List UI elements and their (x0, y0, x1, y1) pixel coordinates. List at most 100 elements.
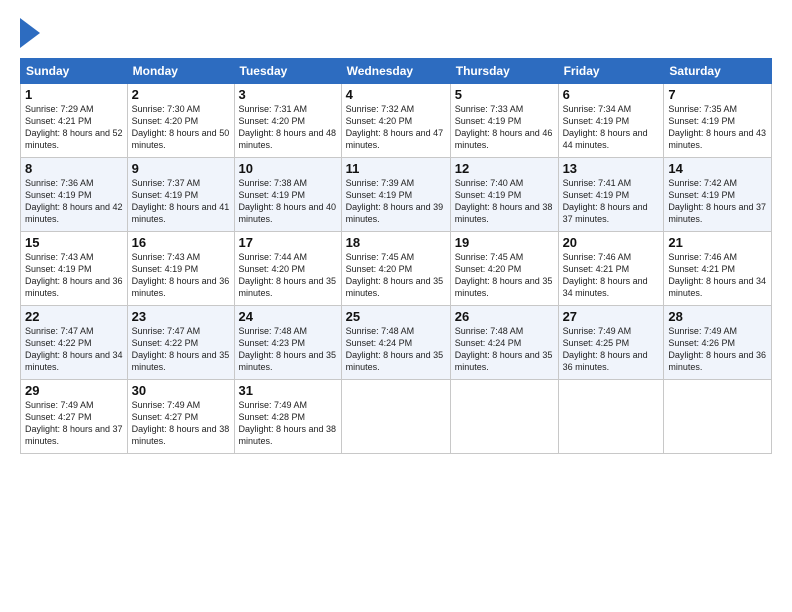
sunrise-label: Sunrise: 7:33 AM (455, 104, 524, 114)
day-number: 23 (132, 309, 230, 324)
calendar-cell: 4Sunrise: 7:32 AMSunset: 4:20 PMDaylight… (341, 84, 450, 158)
sunset-label: Sunset: 4:20 PM (239, 116, 306, 126)
daylight-label: Daylight: 8 hours and 38 minutes. (132, 424, 230, 446)
calendar-cell (558, 380, 664, 454)
sunset-label: Sunset: 4:19 PM (239, 190, 306, 200)
day-info: Sunrise: 7:48 AMSunset: 4:23 PMDaylight:… (239, 325, 337, 374)
sunrise-label: Sunrise: 7:49 AM (668, 326, 737, 336)
sunrise-label: Sunrise: 7:46 AM (563, 252, 632, 262)
day-number: 26 (455, 309, 554, 324)
sunrise-label: Sunrise: 7:40 AM (455, 178, 524, 188)
day-info: Sunrise: 7:46 AMSunset: 4:21 PMDaylight:… (668, 251, 767, 300)
sunrise-label: Sunrise: 7:49 AM (132, 400, 201, 410)
day-number: 2 (132, 87, 230, 102)
day-info: Sunrise: 7:43 AMSunset: 4:19 PMDaylight:… (25, 251, 123, 300)
sunset-label: Sunset: 4:19 PM (25, 264, 92, 274)
calendar-cell: 26Sunrise: 7:48 AMSunset: 4:24 PMDayligh… (450, 306, 558, 380)
daylight-label: Daylight: 8 hours and 37 minutes. (563, 202, 648, 224)
sunset-label: Sunset: 4:19 PM (455, 116, 522, 126)
day-number: 12 (455, 161, 554, 176)
day-info: Sunrise: 7:47 AM Sunset: 4:22 PM Daylight:… (25, 325, 123, 374)
day-info: Sunrise: 7:49 AMSunset: 4:26 PMDaylight:… (668, 325, 767, 374)
sunrise-label: Sunrise: 7:47 AM (25, 326, 94, 336)
sunrise-label: Sunrise: 7:39 AM (346, 178, 415, 188)
day-number: 15 (25, 235, 123, 250)
calendar-cell: 15Sunrise: 7:43 AMSunset: 4:19 PMDayligh… (21, 232, 128, 306)
calendar-cell: 19Sunrise: 7:45 AMSunset: 4:20 PMDayligh… (450, 232, 558, 306)
day-number: 10 (239, 161, 337, 176)
sunrise-label: Sunrise: 7:45 AM (346, 252, 415, 262)
day-number: 22 (25, 309, 123, 324)
sunset-label: Sunset: 4:19 PM (563, 190, 630, 200)
calendar-cell: 5Sunrise: 7:33 AMSunset: 4:19 PMDaylight… (450, 84, 558, 158)
daylight-label: Daylight: 8 hours and 34 minutes. (25, 350, 123, 372)
sunrise-label: Sunrise: 7:43 AM (132, 252, 201, 262)
calendar-cell: 1Sunrise: 7:29 AMSunset: 4:21 PMDaylight… (21, 84, 128, 158)
daylight-label: Daylight: 8 hours and 35 minutes. (346, 276, 444, 298)
sunset-label: Sunset: 4:28 PM (239, 412, 306, 422)
sunrise-label: Sunrise: 7:41 AM (563, 178, 632, 188)
sunset-label: Sunset: 4:27 PM (132, 412, 199, 422)
sunrise-label: Sunrise: 7:46 AM (668, 252, 737, 262)
day-number: 5 (455, 87, 554, 102)
day-info: Sunrise: 7:49 AMSunset: 4:28 PMDaylight:… (239, 399, 337, 448)
day-header-thursday: Thursday (450, 59, 558, 84)
calendar-cell: 25Sunrise: 7:48 AMSunset: 4:24 PMDayligh… (341, 306, 450, 380)
calendar-cell: 7Sunrise: 7:35 AMSunset: 4:19 PMDaylight… (664, 84, 772, 158)
day-info: Sunrise: 7:44 AMSunset: 4:20 PMDaylight:… (239, 251, 337, 300)
sunset-label: Sunset: 4:20 PM (346, 116, 413, 126)
sunrise-label: Sunrise: 7:32 AM (346, 104, 415, 114)
day-number: 17 (239, 235, 337, 250)
day-header-saturday: Saturday (664, 59, 772, 84)
day-info: Sunrise: 7:45 AMSunset: 4:20 PMDaylight:… (346, 251, 446, 300)
day-info: Sunrise: 7:41 AM Sunset: 4:19 PM Daylight:… (563, 177, 660, 226)
day-info: Sunrise: 7:31 AMSunset: 4:20 PMDaylight:… (239, 103, 337, 152)
calendar-cell: 27Sunrise: 7:49 AMSunset: 4:25 PMDayligh… (558, 306, 664, 380)
daylight-label: Daylight: 8 hours and 34 minutes. (668, 276, 766, 298)
daylight-label: Daylight: 8 hours and 38 minutes. (239, 424, 337, 446)
daylight-label: Daylight: 8 hours and 36 minutes. (132, 276, 230, 298)
sunrise-label: Sunrise: 7:42 AM (668, 178, 737, 188)
daylight-label: Daylight: 8 hours and 38 minutes. (455, 202, 553, 224)
header (20, 18, 772, 48)
sunrise-label: Sunrise: 7:44 AM (239, 252, 308, 262)
calendar-cell: 2Sunrise: 7:30 AMSunset: 4:20 PMDaylight… (127, 84, 234, 158)
sunset-label: Sunset: 4:19 PM (668, 190, 735, 200)
day-info: Sunrise: 7:32 AM Sunset: 4:20 PM Daylight:… (346, 103, 446, 152)
day-number: 16 (132, 235, 230, 250)
sunrise-label: Sunrise: 7:48 AM (455, 326, 524, 336)
calendar-week-row-3: 15Sunrise: 7:43 AMSunset: 4:19 PMDayligh… (21, 232, 772, 306)
day-number: 7 (668, 87, 767, 102)
calendar-cell: 11Sunrise: 7:39 AMSunset: 4:19 PMDayligh… (341, 158, 450, 232)
page: SundayMondayTuesdayWednesdayThursdayFrid… (0, 0, 792, 612)
day-number: 19 (455, 235, 554, 250)
sunrise-label: Sunrise: 7:38 AM (239, 178, 308, 188)
daylight-label: Daylight: 8 hours and 47 minutes. (346, 128, 444, 150)
sunset-label: Sunset: 4:20 PM (455, 264, 522, 274)
day-info: Sunrise: 7:30 AMSunset: 4:20 PMDaylight:… (132, 103, 230, 152)
daylight-label: Daylight: 8 hours and 36 minutes. (25, 276, 123, 298)
calendar-cell: 31Sunrise: 7:49 AMSunset: 4:28 PMDayligh… (234, 380, 341, 454)
day-header-monday: Monday (127, 59, 234, 84)
day-number: 21 (668, 235, 767, 250)
day-number: 18 (346, 235, 446, 250)
day-number: 6 (563, 87, 660, 102)
day-header-sunday: Sunday (21, 59, 128, 84)
calendar-cell: 22 Sunrise: 7:47 AM Sunset: 4:22 PM Dayligh… (21, 306, 128, 380)
day-number: 1 (25, 87, 123, 102)
calendar-week-row-2: 8Sunrise: 7:36 AMSunset: 4:19 PMDaylight… (21, 158, 772, 232)
daylight-label: Daylight: 8 hours and 35 minutes. (132, 350, 230, 372)
sunrise-label: Sunrise: 7:48 AM (346, 326, 415, 336)
daylight-label: Daylight: 8 hours and 35 minutes. (239, 350, 337, 372)
calendar-cell (341, 380, 450, 454)
sunset-label: Sunset: 4:22 PM (25, 338, 92, 348)
daylight-label: Daylight: 8 hours and 35 minutes. (239, 276, 337, 298)
sunset-label: Sunset: 4:27 PM (25, 412, 92, 422)
sunrise-label: Sunrise: 7:35 AM (668, 104, 737, 114)
daylight-label: Daylight: 8 hours and 43 minutes. (668, 128, 766, 150)
day-number: 13 (563, 161, 660, 176)
calendar-header-row: SundayMondayTuesdayWednesdayThursdayFrid… (21, 59, 772, 84)
day-header-friday: Friday (558, 59, 664, 84)
daylight-label: Daylight: 8 hours and 36 minutes. (668, 350, 766, 372)
day-info: Sunrise: 7:39 AMSunset: 4:19 PMDaylight:… (346, 177, 446, 226)
